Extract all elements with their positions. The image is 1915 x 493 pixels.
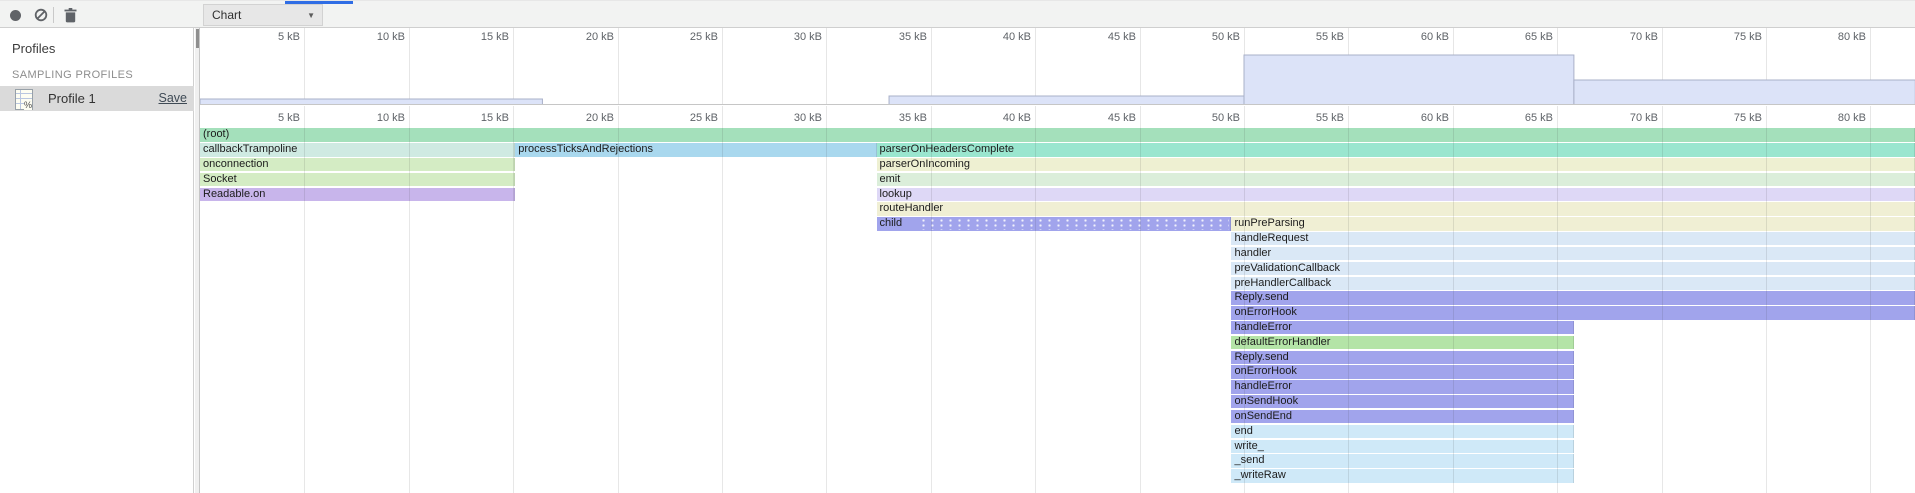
overview-axis-tick-label: 5 kB [240,31,300,43]
flame-frame-onsendend[interactable]: onSendEnd [1231,410,1573,423]
flame-gridline [826,106,827,493]
overview-axis-tick-label: 20 kB [554,31,614,43]
profile-icon: % [15,89,33,110]
flame-frame-parseronheaderscomplete[interactable]: parserOnHeadersComplete [877,143,1915,156]
flame-frame-parseronincoming[interactable]: parserOnIncoming [877,158,1915,171]
trash-icon [64,8,77,23]
overview-step [889,96,1244,105]
flame-axis-tick-label: 30 kB [762,112,822,124]
flame-frame-lookup[interactable]: lookup [877,188,1915,201]
flame-axis-tick-label: 20 kB [554,112,614,124]
overview-axis-tick-label: 10 kB [345,31,405,43]
flame-main: 5 kB 10 kB 15 kB 20 kB 25 kB 30 kB 35 kB 40 kB 4… [200,106,1915,493]
sidebar: Profiles SAMPLING PROFILES % Profile 1 S… [0,28,194,493]
flame-frame-prevalidationcallback[interactable]: preValidationCallback [1231,262,1915,275]
overview-axis-tick-label: 65 kB [1493,31,1553,43]
record-icon [10,10,21,21]
flame-frame-onconnection[interactable]: onconnection [200,158,515,171]
flame-axis-tick-label: 15 kB [449,112,509,124]
overview-axis-tick-label: 15 kB [449,31,509,43]
overview-axis-tick-label: 30 kB [762,31,822,43]
overview-axis-tick-label: 50 kB [1180,31,1240,43]
save-profile-link[interactable]: Save [159,91,188,105]
delete-profile-button[interactable] [59,5,81,25]
flame-chart: 5 kB 10 kB 15 kB 20 kB 25 kB 30 kB 35 kB 40 kB 4… [200,28,1915,493]
flame-frame-child[interactable]: child [877,217,1232,230]
flame-frame--writeraw[interactable]: _writeRaw [1231,469,1573,482]
sidebar-title: Profiles [12,41,55,56]
flame-axis-tick-label: 40 kB [971,112,1031,124]
flame-axis-tick-label: 55 kB [1284,112,1344,124]
chevron-down-icon: ▼ [307,11,315,20]
overview-axis-tick-label: 60 kB [1389,31,1449,43]
sampling-profiles-heading: SAMPLING PROFILES [12,69,133,81]
profile-item[interactable]: % Profile 1 Save [0,86,194,111]
sample-dots-pattern [919,218,1230,229]
flame-axis-tick-label: 50 kB [1180,112,1240,124]
flame-frame--root-[interactable]: (root) [200,128,1915,141]
flame-frame-onerrorhook[interactable]: onErrorHook [1231,306,1915,319]
flame-axis-tick-label: 45 kB [1076,112,1136,124]
overview-axis-tick-label: 40 kB [971,31,1031,43]
flame-frame-emit[interactable]: emit [877,173,1915,186]
flame-frame-socket[interactable]: Socket [200,173,515,186]
flame-axis-tick-label: 70 kB [1598,112,1658,124]
flame-axis-tick-label: 60 kB [1389,112,1449,124]
flame-axis-tick-label: 25 kB [658,112,718,124]
flame-frame--send[interactable]: _send [1231,454,1573,467]
overview-axis-tick-label: 45 kB [1076,31,1136,43]
flame-axis-tick-label: 65 kB [1493,112,1553,124]
flame-frame-reply-send[interactable]: Reply.send [1231,291,1915,304]
flame-axis-tick-label: 35 kB [867,112,927,124]
view-mode-select[interactable]: Chart ▼ [203,4,323,26]
flame-axis-tick-label: 5 kB [240,112,300,124]
flame-frame-onsendhook[interactable]: onSendHook [1231,395,1573,408]
overview-axis-tick-label: 75 kB [1702,31,1762,43]
overview-step [1244,55,1574,105]
flame-frame-handlerequest[interactable]: handleRequest [1231,232,1915,245]
flame-frame-handleerror[interactable]: handleError [1231,321,1573,334]
overview-axis-tick-label: 35 kB [867,31,927,43]
flame-axis-tick-label: 80 kB [1806,112,1866,124]
memory-profiler-panel: Chart ▼ Profiles SAMPLING PROFILES % Pro… [0,0,1915,493]
flame-frame-processticksandrejections[interactable]: processTicksAndRejections [515,143,876,156]
overview-axis-tick-label: 25 kB [658,31,718,43]
overview-pane[interactable]: 5 kB 10 kB 15 kB 20 kB 25 kB 30 kB 35 kB 40 kB 4… [200,28,1915,105]
flame-frame-write-[interactable]: write_ [1231,440,1573,453]
flame-frame-end[interactable]: end [1231,425,1573,438]
flame-frame-routehandler[interactable]: routeHandler [877,202,1915,215]
flame-frame-handler[interactable]: handler [1231,247,1915,260]
overview-axis-tick-label: 70 kB [1598,31,1658,43]
flame-gridline [618,106,619,493]
flame-frame-readable-on[interactable]: Readable.on [200,188,515,201]
flame-axis-tick-label: 75 kB [1702,112,1762,124]
toolbar: Chart ▼ [0,0,1915,28]
flame-frame-callbacktrampoline[interactable]: callbackTrampoline [200,143,515,156]
flame-frame-onerrorhook[interactable]: onErrorHook [1231,365,1573,378]
overview-step [1574,80,1915,105]
profile-name: Profile 1 [48,91,96,106]
flame-gridline [722,106,723,493]
flame-frame-defaulterrorhandler[interactable]: defaultErrorHandler [1231,336,1573,349]
overview-axis-tick-label: 55 kB [1284,31,1344,43]
flame-frame-handleerror[interactable]: handleError [1231,380,1573,393]
flame-frame-runpreparsing[interactable]: runPreParsing [1231,217,1915,230]
flame-frame-reply-send[interactable]: Reply.send [1231,351,1573,364]
scrollbar-thumb[interactable] [196,29,199,48]
flame-frame-prehandlercallback[interactable]: preHandlerCallback [1231,277,1915,290]
overview-axis-tick-label: 80 kB [1806,31,1866,43]
clear-button[interactable] [30,5,52,25]
overview-step [200,99,542,105]
flame-axis-tick-label: 10 kB [345,112,405,124]
profile-icon-percent-badge: % [24,101,32,110]
record-button[interactable] [4,5,26,25]
toolbar-separator [53,7,54,23]
block-icon [34,8,48,22]
view-mode-label: Chart [212,8,241,22]
